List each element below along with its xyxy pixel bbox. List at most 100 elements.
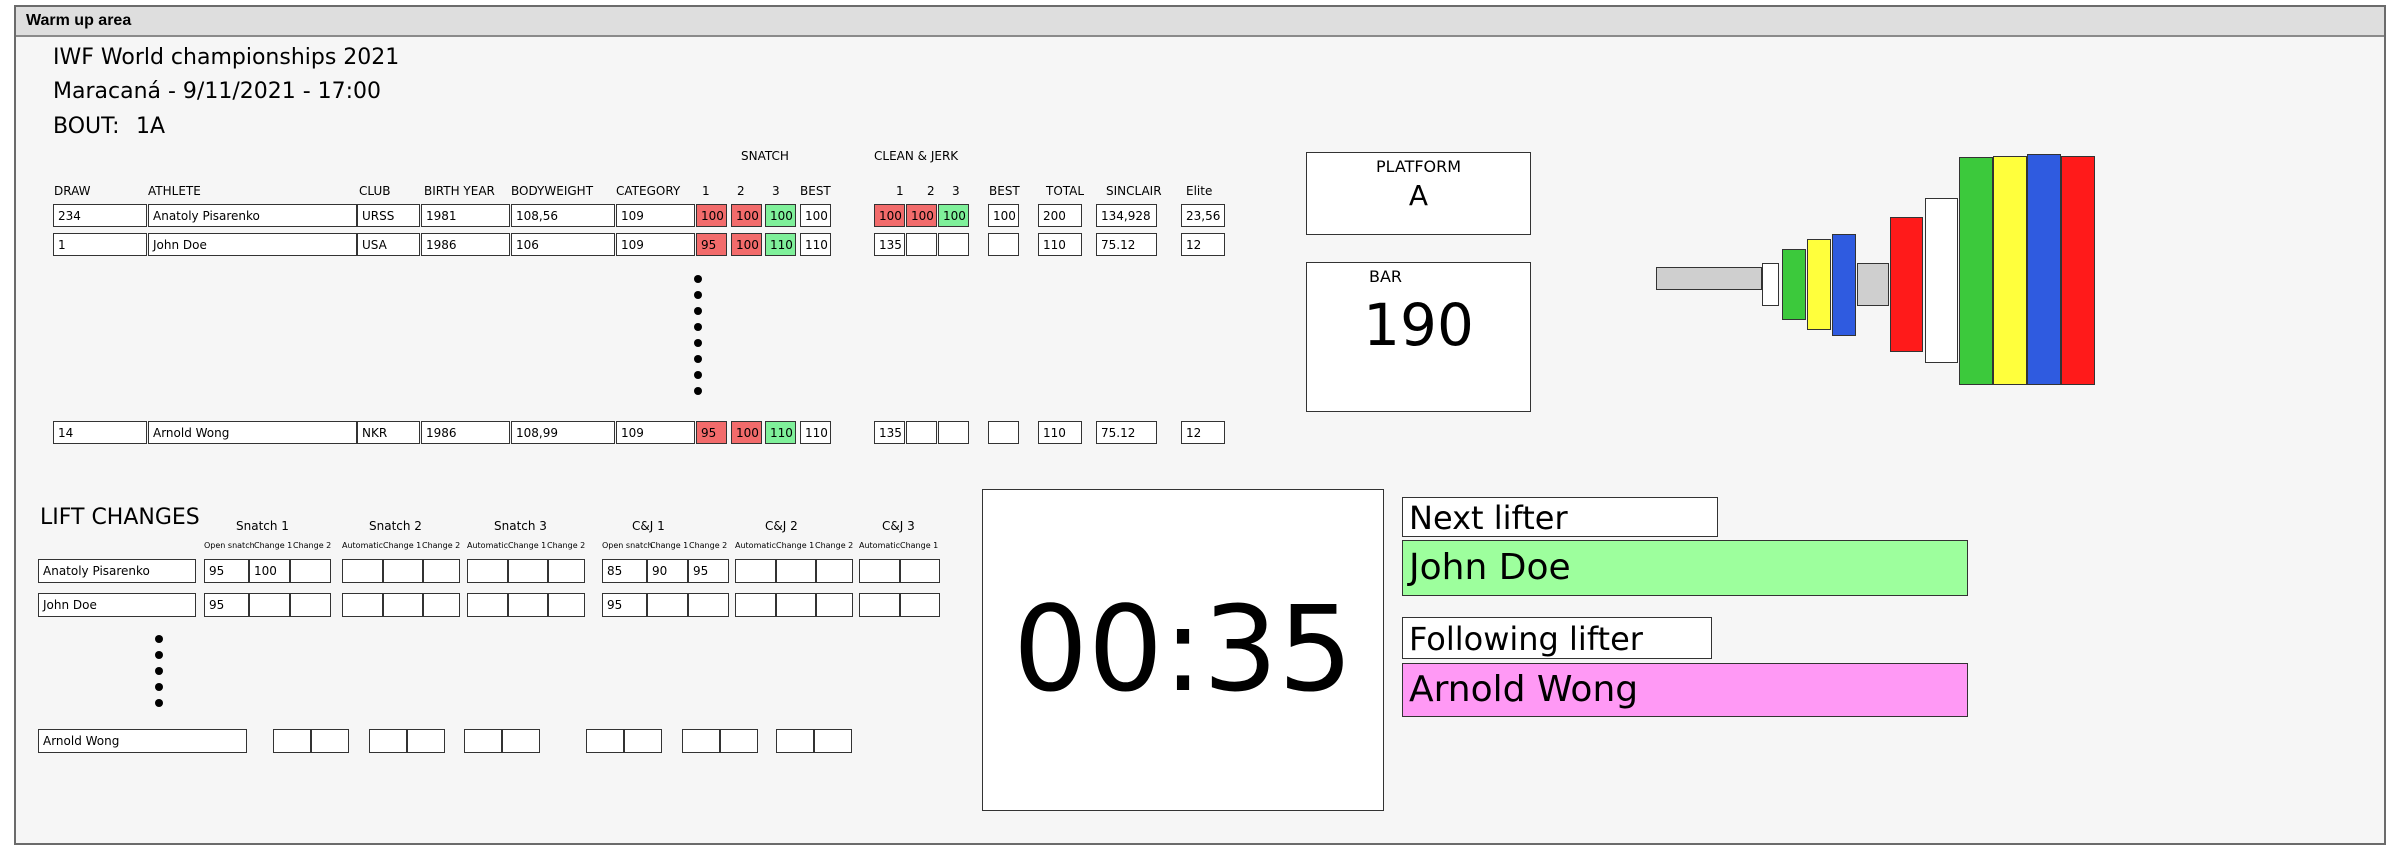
cell-birth-year[interactable]: 1986	[421, 421, 510, 444]
lc-snatch2-change2[interactable]	[423, 559, 460, 583]
cell-cj-best[interactable]: 100	[988, 204, 1019, 227]
lc-snatch1-change2[interactable]	[290, 559, 331, 583]
cell-athlete[interactable]: Arnold Wong	[148, 421, 357, 444]
cell-bodyweight[interactable]: 106	[511, 233, 615, 256]
lc-snatch3-change2[interactable]	[548, 593, 585, 617]
cell-snatch-2[interactable]: 100	[731, 204, 762, 227]
lc-cj3-change1[interactable]	[814, 729, 852, 753]
cell-draw[interactable]: 14	[53, 421, 147, 444]
cell-birth-year[interactable]: 1986	[421, 233, 510, 256]
cell-athlete[interactable]: John Doe	[148, 233, 357, 256]
cell-sinclair[interactable]: 75.12	[1096, 421, 1157, 444]
cell-sinclair[interactable]: 75.12	[1096, 233, 1157, 256]
cell-category[interactable]: 109	[616, 233, 695, 256]
lc-cj1-open[interactable]: 85	[602, 559, 647, 583]
lc-snatch1-change2[interactable]	[290, 593, 331, 617]
cell-elite[interactable]: 12	[1181, 421, 1225, 444]
lc-snatch2-change1[interactable]	[383, 559, 423, 583]
lc-athlete-name[interactable]: Anatoly Pisarenko	[38, 559, 196, 583]
lc-cj3-auto[interactable]	[776, 729, 814, 753]
cell-club[interactable]: NKR	[357, 421, 420, 444]
lc-cj3-change1[interactable]	[900, 593, 940, 617]
lc-snatch3-auto[interactable]	[467, 559, 508, 583]
lc-snatch1-change1[interactable]	[249, 593, 290, 617]
cell-birth-year[interactable]: 1981	[421, 204, 510, 227]
lc-snatch2-auto[interactable]	[342, 593, 383, 617]
cell-snatch-best[interactable]: 110	[800, 421, 831, 444]
lc-athlete-name[interactable]: Arnold Wong	[38, 729, 247, 753]
lc-cj2-auto[interactable]	[735, 559, 776, 583]
lc-cj3-auto[interactable]	[859, 593, 900, 617]
cell-draw[interactable]: 234	[53, 204, 147, 227]
lc-snatch3-auto[interactable]	[464, 729, 502, 753]
cell-snatch-2[interactable]: 100	[731, 233, 762, 256]
cell-bodyweight[interactable]: 108,56	[511, 204, 615, 227]
lc-cj3-auto[interactable]	[859, 559, 900, 583]
cell-snatch-1[interactable]: 100	[696, 204, 727, 227]
cell-elite[interactable]: 23,56	[1181, 204, 1225, 227]
lc-cj3-change1[interactable]	[900, 559, 940, 583]
lc-snatch1-change1[interactable]: 100	[249, 559, 290, 583]
lc-cj1-change2[interactable]	[688, 593, 729, 617]
cell-draw[interactable]: 1	[53, 233, 147, 256]
lc-snatch2-change1[interactable]	[407, 729, 445, 753]
cell-elite[interactable]: 12	[1181, 233, 1225, 256]
lc-cj1-change1[interactable]	[647, 593, 688, 617]
lc-cj2-change1[interactable]	[776, 559, 816, 583]
cell-category[interactable]: 109	[616, 421, 695, 444]
lc-snatch3-change1[interactable]	[508, 593, 548, 617]
lc-cj2-auto[interactable]	[682, 729, 720, 753]
lc-cj2-change1[interactable]	[720, 729, 758, 753]
cell-cj-1[interactable]: 135	[874, 233, 905, 256]
cell-snatch-3[interactable]: 100	[765, 204, 796, 227]
cell-club[interactable]: URSS	[357, 204, 420, 227]
lc-cj1-change1[interactable]: 90	[647, 559, 688, 583]
cell-category[interactable]: 109	[616, 204, 695, 227]
cell-snatch-3[interactable]: 110	[765, 233, 796, 256]
cell-snatch-1[interactable]: 95	[696, 421, 727, 444]
lc-cj2-change2[interactable]	[816, 593, 853, 617]
cell-cj-2[interactable]: 100	[906, 204, 937, 227]
lc-cj1-change2[interactable]: 95	[688, 559, 729, 583]
cell-cj-1[interactable]: 135	[874, 421, 905, 444]
lc-cj1-open[interactable]: 95	[602, 593, 647, 617]
lc-snatch2-auto[interactable]	[342, 559, 383, 583]
lc-cj2-change2[interactable]	[816, 559, 853, 583]
cell-snatch-1[interactable]: 95	[696, 233, 727, 256]
lc-snatch2-change1[interactable]	[383, 593, 423, 617]
cell-cj-3[interactable]	[938, 233, 969, 256]
cell-sinclair[interactable]: 134,928	[1096, 204, 1157, 227]
lc-cj2-change1[interactable]	[776, 593, 816, 617]
cell-cj-best[interactable]	[988, 421, 1019, 444]
lc-snatch2-change2[interactable]	[423, 593, 460, 617]
cell-cj-2[interactable]	[906, 233, 937, 256]
lc-snatch1-open[interactable]: 95	[204, 559, 249, 583]
lc-cj1-change1[interactable]	[624, 729, 662, 753]
cell-snatch-3[interactable]: 110	[765, 421, 796, 444]
lc-snatch1-change1[interactable]	[311, 729, 349, 753]
cell-total[interactable]: 110	[1038, 421, 1082, 444]
lc-athlete-name[interactable]: John Doe	[38, 593, 196, 617]
lc-snatch3-change1[interactable]	[502, 729, 540, 753]
cell-snatch-best[interactable]: 100	[800, 204, 831, 227]
lc-snatch3-change2[interactable]	[548, 559, 585, 583]
cell-cj-3[interactable]: 100	[938, 204, 969, 227]
cell-bodyweight[interactable]: 108,99	[511, 421, 615, 444]
cell-cj-2[interactable]	[906, 421, 937, 444]
cell-total[interactable]: 110	[1038, 233, 1082, 256]
lc-snatch1-open[interactable]	[273, 729, 311, 753]
lc-snatch3-change1[interactable]	[508, 559, 548, 583]
cell-cj-best[interactable]	[988, 233, 1019, 256]
lc-snatch3-auto[interactable]	[467, 593, 508, 617]
lc-snatch1-open[interactable]: 95	[204, 593, 249, 617]
cell-club[interactable]: USA	[357, 233, 420, 256]
lc-snatch2-auto[interactable]	[369, 729, 407, 753]
cell-cj-3[interactable]	[938, 421, 969, 444]
lc-cj1-open[interactable]	[586, 729, 624, 753]
lc-cj2-auto[interactable]	[735, 593, 776, 617]
cell-snatch-best[interactable]: 110	[800, 233, 831, 256]
cell-athlete[interactable]: Anatoly Pisarenko	[148, 204, 357, 227]
cell-total[interactable]: 200	[1038, 204, 1082, 227]
cell-snatch-2[interactable]: 100	[731, 421, 762, 444]
cell-cj-1[interactable]: 100	[874, 204, 905, 227]
